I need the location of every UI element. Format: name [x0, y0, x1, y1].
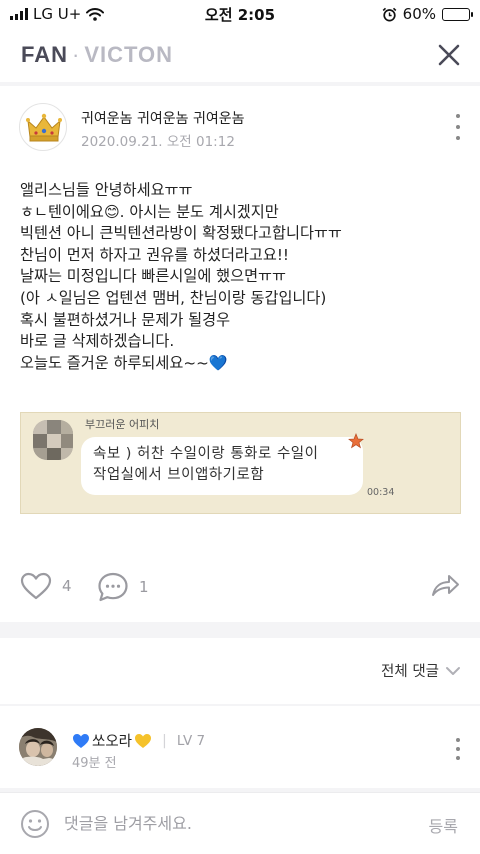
yellow-heart-icon	[135, 733, 152, 748]
body-line: 앨리스님들 안녕하세요ㅠㅠ	[20, 181, 193, 199]
commenter-avatar[interactable]	[19, 728, 57, 766]
emoji-icon[interactable]	[20, 809, 50, 839]
comment-item: 쏘오라 | LV 7 49분 전	[0, 706, 480, 788]
comment-input[interactable]	[64, 807, 394, 839]
commenter-name-row: 쏘오라 | LV 7	[72, 730, 205, 751]
heart-icon	[20, 572, 52, 600]
post-date: 2020.09.21. 오전 01:12	[81, 134, 235, 150]
name-separator: |	[162, 732, 167, 749]
author-name[interactable]: 귀여운놈 귀여운놈 귀여운놈	[81, 108, 244, 128]
close-icon[interactable]	[436, 42, 462, 68]
attached-image[interactable]: 부끄러운 어피치 속보 ) 허찬 수일이랑 통화로 수일이 작업실에서 브이앱하…	[20, 412, 461, 514]
post-card: 귀여운놈 귀여운놈 귀여운놈 2020.09.21. 오전 01:12 앨리스님…	[0, 86, 480, 622]
comment-count: 1	[139, 578, 149, 596]
body-line: 빅텐션 아니 큰빅텐션라방이 확정됐다고합니다ㅠㅠ	[20, 224, 342, 243]
artist-name[interactable]: VICTON	[84, 42, 173, 67]
chat-message-line: 속보 ) 허찬 수일이랑 통화로 수일이	[93, 446, 319, 462]
body-line: 바로 글 삭제하겠습니다.	[20, 332, 175, 351]
commenter-photo	[19, 728, 57, 766]
star-icon	[348, 433, 364, 449]
comment-time: 49분 전	[72, 756, 117, 771]
body-line: 오늘도 즐거운 하루되세요~~💙	[20, 353, 228, 372]
chat-bubble: 속보 ) 허찬 수일이랑 통화로 수일이 작업실에서 브이앱하기로함	[81, 437, 363, 495]
commenter-name[interactable]: 쏘오라	[92, 730, 132, 751]
post-actions: 4 1	[20, 572, 460, 602]
chat-sender-name: 부끄러운 어피치	[85, 418, 160, 431]
app-header: FAN · VICTON	[0, 28, 480, 82]
comment-sort-dropdown[interactable]: 전체 댓글	[381, 660, 461, 681]
commenter-level: LV 7	[176, 732, 206, 749]
alarm-icon	[382, 7, 397, 21]
title-separator: ·	[72, 42, 81, 67]
body-line: 찬님이 먼저 하자고 권유를 하셨더라고요!!	[20, 245, 290, 264]
battery-percent: 60%	[402, 5, 436, 23]
sort-label: 전체 댓글	[381, 664, 439, 680]
body-line: 날짜는 미정입니다 빠른시일에 했으면ㅠㅠ	[20, 267, 286, 286]
chat-message-line: 작업실에서 브이앱하기로함	[93, 467, 265, 483]
comments-header: 전체 댓글	[0, 638, 480, 704]
body-line: (아 ㅅ일님은 업텐션 맴버, 찬님이랑 동갑입니다)	[20, 288, 327, 307]
comment-input-bar: 등록	[0, 792, 480, 854]
comment-bubble-icon	[98, 572, 128, 602]
post-body: 앨리스님들 안녕하세요ㅠㅠ ㅎㄴ텐이에요😊. 아시는 분도 계시겠지만 빅텐션 …	[20, 180, 468, 374]
crown-icon	[26, 113, 62, 142]
fan-label: FAN	[21, 42, 68, 67]
blue-heart-icon	[73, 733, 89, 748]
chat-time: 00:34	[367, 487, 395, 498]
status-right: 60%	[382, 5, 473, 23]
like-count: 4	[62, 577, 72, 595]
body-line: ㅎㄴ텐이에요😊. 아시는 분도 계시겠지만	[20, 202, 279, 221]
chevron-down-icon	[446, 666, 460, 675]
like-button[interactable]: 4	[20, 572, 72, 600]
more-options-icon[interactable]	[454, 114, 462, 140]
battery-icon	[442, 7, 473, 21]
body-line: 혹시 불편하셨거나 문제가 될경우	[20, 310, 231, 329]
comment-button[interactable]: 1	[97, 572, 149, 602]
comment-more-icon[interactable]	[454, 738, 462, 760]
header-title: FAN · VICTON	[21, 42, 173, 68]
share-icon[interactable]	[430, 572, 460, 598]
author-avatar[interactable]	[19, 103, 67, 151]
blurred-avatar	[33, 420, 73, 460]
submit-button[interactable]: 등록	[429, 813, 458, 837]
status-bar: LG U+ 오전 2:05 60%	[0, 0, 480, 28]
